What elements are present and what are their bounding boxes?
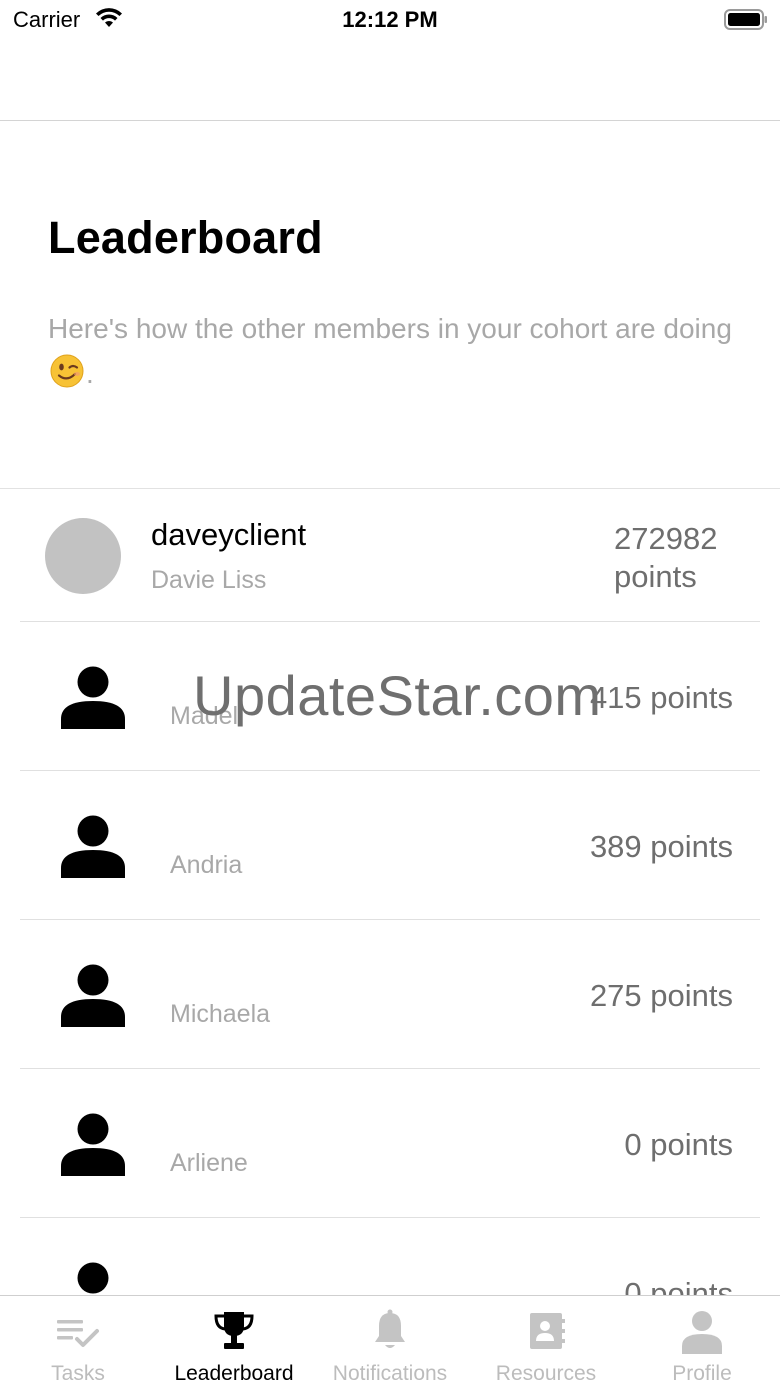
person-icon — [61, 666, 125, 729]
winking-face-emoji-icon — [50, 354, 84, 388]
tab-label: Notifications — [332, 1362, 448, 1385]
status-time: 12:12 PM — [342, 7, 438, 32]
leaderboard-row[interactable]: Andria 389 points — [20, 771, 760, 920]
subtitle-end: . — [86, 358, 94, 389]
trophy-icon — [214, 1312, 254, 1349]
tab-notifications[interactable]: Notifications — [312, 1296, 468, 1387]
member-points: 0 points — [624, 1127, 733, 1162]
person-icon — [61, 964, 125, 1027]
leaderboard-row[interactable]: Michaela 275 points — [20, 920, 760, 1069]
nav-divider — [0, 120, 780, 121]
subtitle-text: Here's how the other members in your coh… — [48, 313, 732, 344]
person-icon — [61, 1113, 125, 1176]
battery-icon — [724, 9, 767, 30]
person-icon — [682, 1311, 722, 1354]
member-points: 415 points — [589, 680, 733, 715]
avatar — [45, 518, 121, 594]
tab-label: Resources — [495, 1362, 597, 1385]
tab-leaderboard[interactable]: Leaderboard — [156, 1296, 312, 1387]
watermark: UpdateStar.com — [193, 664, 602, 727]
current-user-name: Davie Liss — [151, 566, 267, 594]
tab-label: Profile — [672, 1362, 732, 1385]
contacts-book-icon — [530, 1313, 565, 1349]
member-points: 389 points — [589, 829, 733, 864]
current-user-username: daveyclient — [151, 517, 307, 552]
status-bar: Carrier 12:12 PM — [0, 0, 780, 40]
member-name: Andria — [170, 851, 243, 879]
points-unit: points — [614, 559, 697, 594]
tab-label: Leaderboard — [174, 1362, 294, 1385]
tab-resources[interactable]: Resources — [468, 1296, 624, 1387]
member-points: 275 points — [589, 978, 733, 1013]
tab-tasks[interactable]: Tasks — [0, 1296, 156, 1387]
bell-icon — [375, 1309, 405, 1348]
points-value: 272982 — [614, 521, 718, 556]
member-name: Michaela — [170, 1000, 271, 1028]
current-user-row[interactable]: daveyclient Davie Liss 272982 points — [20, 489, 760, 622]
tab-profile[interactable]: Profile — [624, 1296, 780, 1387]
current-user-points: 272982 points — [614, 520, 754, 596]
person-icon — [61, 815, 125, 878]
tab-label: Tasks — [51, 1362, 105, 1385]
tasks-checklist-icon — [57, 1320, 99, 1347]
tab-bar: Tasks Leaderboard Notifications Resource… — [0, 1295, 780, 1387]
page-subtitle: Here's how the other members in your coh… — [48, 306, 748, 396]
page-title: Leaderboard — [48, 212, 323, 263]
member-name: Arliene — [170, 1149, 248, 1177]
leaderboard-row[interactable]: Arliene 0 points — [20, 1069, 760, 1218]
